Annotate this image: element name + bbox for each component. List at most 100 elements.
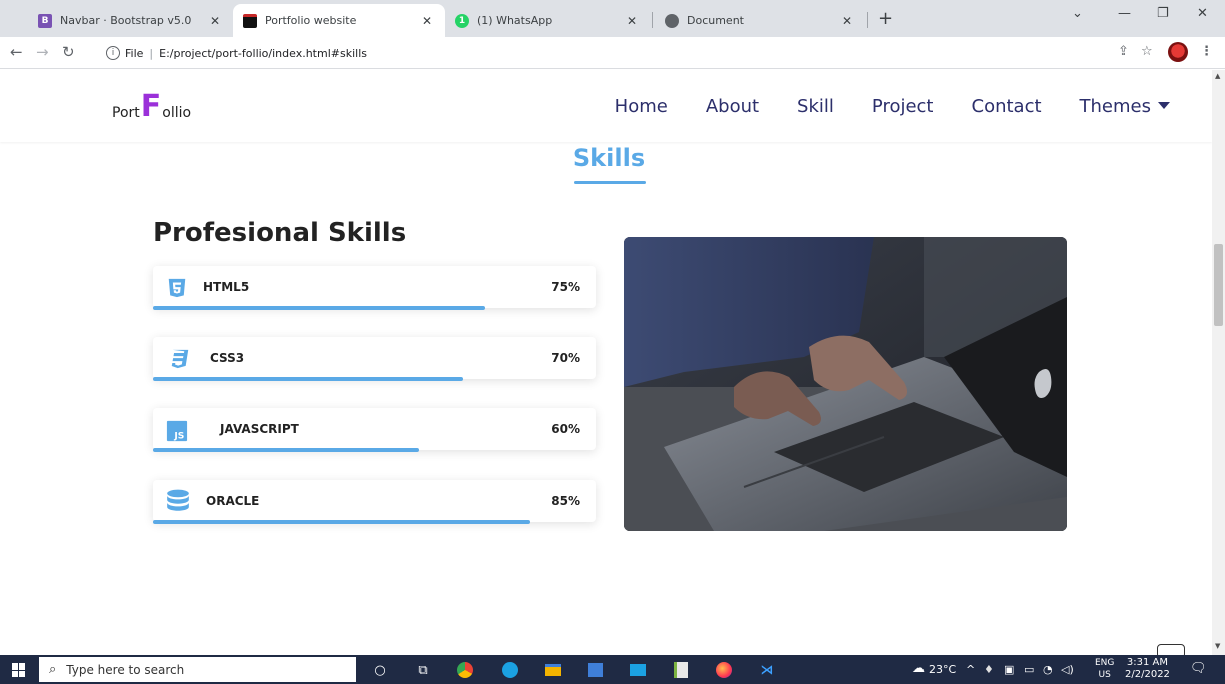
address-scheme-label: File [125,46,144,60]
skill-progress-bar [153,448,419,452]
tab-separator [652,12,653,28]
reload-icon[interactable]: ↻ [62,43,75,61]
tray-chevron-up-icon[interactable]: ^ [966,663,975,676]
info-icon[interactable]: i [106,46,120,60]
tab-close-icon[interactable]: ✕ [207,14,223,28]
skill-card-html5: HTML5 75% [153,266,596,310]
taskbar-search-placeholder: Type here to search [66,662,185,677]
tab-search-chevron-icon[interactable]: ⌄ [1072,6,1083,21]
nav-project-link[interactable]: Project [872,96,934,117]
store-icon[interactable] [585,660,605,680]
professional-skills-heading: Profesional Skills [153,218,407,248]
portfolio-favicon-icon [243,13,257,28]
keyboard-region: US [1098,670,1111,680]
scroll-down-arrow-icon[interactable]: ▼ [1215,642,1220,650]
svg-text:JS: JS [173,430,184,441]
scroll-up-arrow-icon[interactable]: ▲ [1215,72,1220,80]
page-scrollbar[interactable]: ▲ ▼ [1212,70,1225,655]
nav-skill-link[interactable]: Skill [797,96,834,117]
laptop-typing-photo [624,237,1067,531]
page-viewport: Port F ollio Home About Skill Project Co… [0,70,1212,655]
nav-contact-link[interactable]: Contact [972,96,1042,117]
edge-icon[interactable] [500,660,520,680]
notification-center-icon[interactable]: 🗨 [1190,661,1207,676]
window-close-icon[interactable]: ✕ [1197,6,1208,21]
back-to-top-button[interactable] [1157,644,1185,655]
tab-portfolio-website[interactable]: Portfolio website ✕ [233,4,445,37]
weather-cloud-icon[interactable]: ☁ [912,661,925,676]
logo-suffix: ollio [162,105,192,121]
restore-icon[interactable]: ❐ [1157,6,1169,21]
tab-whatsapp[interactable]: 1 (1) WhatsApp ✕ [445,4,650,37]
database-icon [167,489,189,511]
new-tab-button[interactable]: + [878,8,893,29]
nav-home-link[interactable]: Home [615,96,668,117]
skill-percent: 85% [551,494,580,508]
task-view-icon[interactable]: ⧉ [413,660,433,680]
file-explorer-icon[interactable] [543,660,563,680]
profile-avatar[interactable] [1168,42,1188,62]
site-navbar: Port F ollio Home About Skill Project Co… [0,70,1212,142]
volume-icon[interactable]: ◁) [1061,663,1074,676]
bookmark-star-icon[interactable]: ☆ [1141,44,1153,59]
skill-progress-bar [153,306,486,310]
skill-percent: 75% [551,280,580,294]
minimize-icon[interactable]: — [1118,6,1131,21]
nav-menu: Home About Skill Project Contact Themes [615,96,1170,117]
laptop-photo-illustration [624,237,1067,531]
skill-name: ORACLE [206,494,260,508]
skill-progress-bar [153,377,464,381]
tab-close-icon[interactable]: ✕ [839,14,855,28]
windows-start-icon[interactable] [12,663,26,677]
cortana-icon[interactable]: ○ [370,660,390,680]
bootstrap-favicon-icon: B [38,13,52,28]
tab-separator [867,12,868,28]
firefox-icon[interactable] [714,660,734,680]
weather-temperature[interactable]: 23°C [929,663,956,676]
logo-prefix: Port [112,105,140,121]
search-icon: ⌕ [49,662,57,677]
tab-title: Document [687,14,744,27]
tab-navbar-bootstrap[interactable]: B Navbar · Bootstrap v5.0 ✕ [28,4,233,37]
skill-card-css3: CSS3 70% [153,337,596,381]
back-arrow-icon[interactable]: ← [10,43,23,61]
skill-percent: 60% [551,422,580,436]
tray-app-icon[interactable]: ♦ [984,663,994,676]
menu-kebab-icon[interactable]: ⋮ [1200,44,1213,59]
logo-big-letter: F [140,89,162,124]
system-clock[interactable]: 3:31 AM 2/2/2022 [1125,657,1170,681]
chrome-icon[interactable] [455,660,475,680]
skill-card-oracle: ORACLE 85% [153,480,596,524]
nav-themes-dropdown[interactable]: Themes [1080,96,1170,117]
section-title: Skills [572,144,646,172]
language-indicator[interactable]: ENG US [1095,657,1114,681]
clock-time: 3:31 AM [1126,657,1169,668]
clock-date: 2/2/2022 [1125,669,1170,680]
taskbar-search-box[interactable]: ⌕ Type here to search [39,657,356,682]
tab-close-icon[interactable]: ✕ [624,14,640,28]
tab-document[interactable]: Document ✕ [655,4,865,37]
themes-label: Themes [1079,96,1151,117]
language-code: ENG [1095,658,1115,668]
skill-card-javascript: JS JAVASCRIPT 60% [153,408,596,452]
battery-icon[interactable]: ▭ [1024,663,1034,676]
site-logo[interactable]: Port F ollio [112,92,191,122]
nav-about-link[interactable]: About [706,96,759,117]
address-url: E:/project/port-follio/index.html#skills [159,46,367,60]
mail-icon[interactable] [628,660,648,680]
forward-arrow-icon[interactable]: → [36,43,49,61]
scrollbar-thumb[interactable] [1214,244,1223,326]
css3-icon [171,349,189,369]
tab-strip: B Navbar · Bootstrap v5.0 ✕ Portfolio we… [0,0,1225,37]
notes-app-icon[interactable] [671,660,691,680]
tab-close-icon[interactable]: ✕ [419,14,435,28]
vscode-icon[interactable]: ⋊ [757,660,777,680]
whatsapp-favicon-icon: 1 [455,13,469,28]
share-icon[interactable]: ⇪ [1118,44,1129,59]
tab-title: (1) WhatsApp [477,14,553,27]
tray-screen-icon[interactable]: ▣ [1004,663,1014,676]
address-divider: | [149,46,154,60]
address-bar[interactable]: i File | E:/project/port-follio/index.ht… [98,41,1098,65]
skill-name: CSS3 [210,351,245,365]
wifi-icon[interactable]: ◔ [1043,663,1053,676]
